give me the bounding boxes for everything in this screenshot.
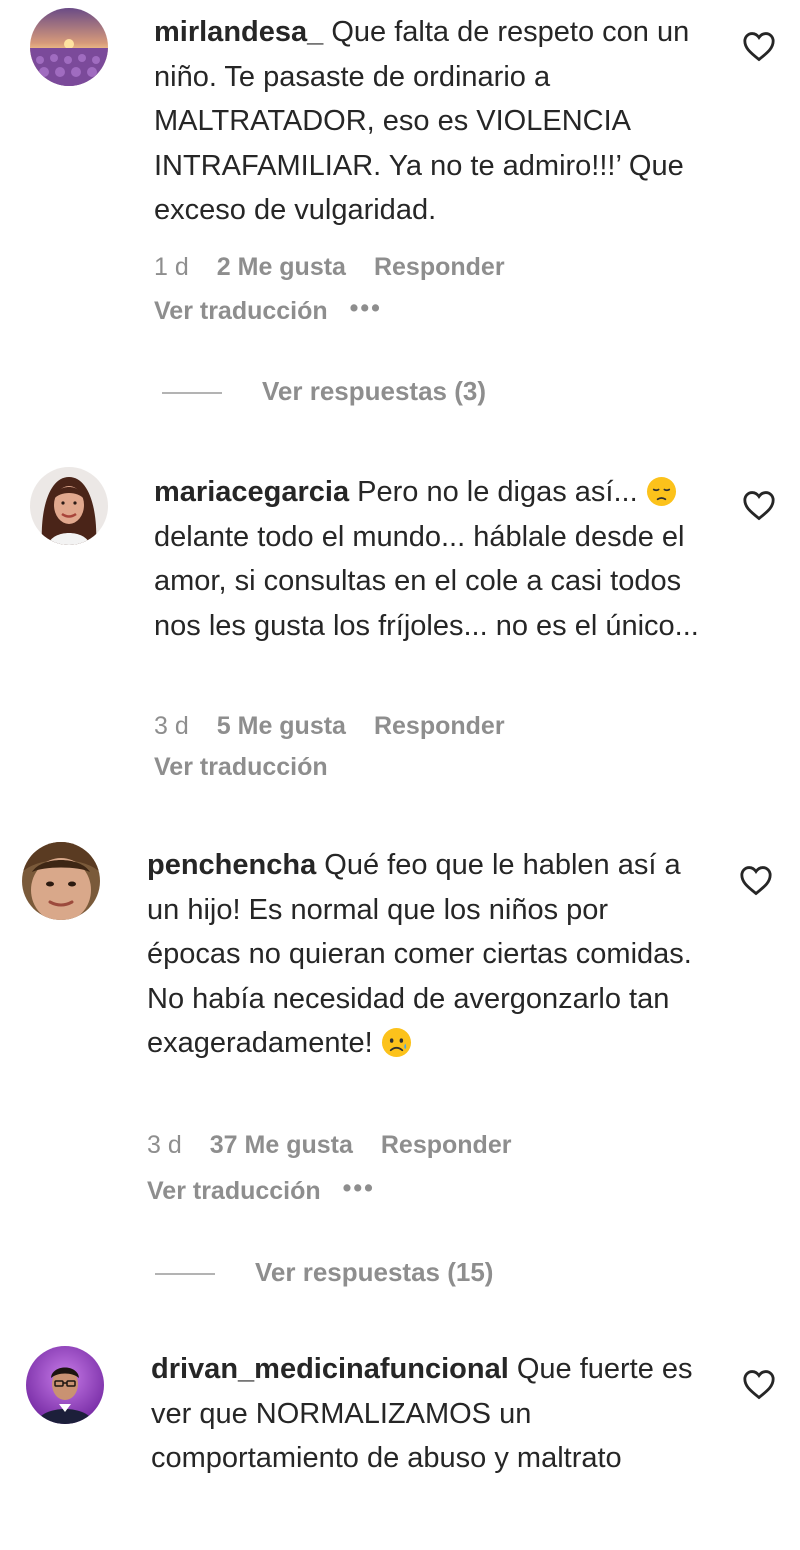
sad-but-relieved-face-emoji-icon	[381, 1027, 412, 1058]
reply-button[interactable]: Responder	[381, 1130, 512, 1160]
reply-button[interactable]: Responder	[374, 252, 505, 282]
see-translation-link[interactable]: Ver traducción	[154, 297, 328, 325]
comment-age: 3 d	[147, 1131, 182, 1159]
username-link[interactable]: mirlandesa_	[154, 16, 323, 48]
replies-divider	[155, 1273, 215, 1275]
reply-button[interactable]: Responder	[374, 711, 505, 741]
like-button[interactable]	[742, 489, 776, 521]
pensive-face-emoji-icon	[646, 476, 677, 507]
lavender-field-sunset-avatar-icon	[30, 8, 108, 86]
like-button[interactable]	[742, 1368, 776, 1400]
avatar[interactable]	[22, 842, 100, 920]
comment-meta: 3 d 5 Me gusta Responder	[154, 711, 505, 741]
comment-text: mariacegarcia Pero no le digas así... de…	[154, 470, 709, 648]
more-options-icon[interactable]: •••	[343, 1173, 375, 1203]
heart-outline-icon	[740, 866, 772, 896]
comment-text: penchencha Qué feo que le hablen así a u…	[147, 843, 709, 1066]
more-options-icon[interactable]: •••	[350, 293, 382, 323]
see-translation-link[interactable]: Ver traducción	[147, 1177, 321, 1205]
like-count[interactable]: 5 Me gusta	[217, 711, 346, 741]
see-translation-link[interactable]: Ver traducción	[154, 753, 328, 781]
like-count[interactable]: 37 Me gusta	[210, 1130, 353, 1160]
comment-body: Pero no le digas así...	[357, 476, 638, 508]
avatar[interactable]	[30, 8, 108, 86]
woman-closeup-avatar-icon	[22, 842, 100, 920]
comment-body-continued: delante todo el mundo... háblale desde e…	[154, 520, 699, 642]
comment-meta: 3 d 37 Me gusta Responder	[147, 1130, 511, 1160]
comment-age: 1 d	[154, 253, 189, 281]
username-link[interactable]: penchencha	[147, 849, 316, 881]
translation-row: Ver traducción	[154, 752, 328, 782]
comment-meta: 1 d 2 Me gusta Responder	[154, 252, 505, 282]
like-button[interactable]	[739, 864, 773, 896]
comment-age: 3 d	[154, 712, 189, 740]
username-link[interactable]: drivan_medicinafuncional	[151, 1353, 509, 1385]
view-replies-button[interactable]: Ver respuestas (3)	[262, 376, 486, 406]
avatar[interactable]	[30, 467, 108, 545]
translation-row: Ver traducción •••	[154, 293, 382, 326]
man-purple-background-avatar-icon	[26, 1346, 104, 1424]
heart-outline-icon	[743, 491, 775, 521]
view-replies-button[interactable]: Ver respuestas (15)	[255, 1257, 493, 1287]
comment-text: drivan_medicinafuncional Que fuerte es v…	[151, 1347, 711, 1481]
username-link[interactable]: mariacegarcia	[154, 476, 349, 508]
like-button[interactable]	[742, 30, 776, 62]
like-count[interactable]: 2 Me gusta	[217, 252, 346, 282]
heart-outline-icon	[743, 32, 775, 62]
heart-outline-icon	[743, 1370, 775, 1400]
avatar[interactable]	[26, 1346, 104, 1424]
replies-divider	[162, 392, 222, 394]
translation-row: Ver traducción •••	[147, 1173, 375, 1206]
woman-portrait-avatar-icon	[30, 467, 108, 545]
comment-text: mirlandesa_ Que falta de respeto con un …	[154, 10, 709, 233]
